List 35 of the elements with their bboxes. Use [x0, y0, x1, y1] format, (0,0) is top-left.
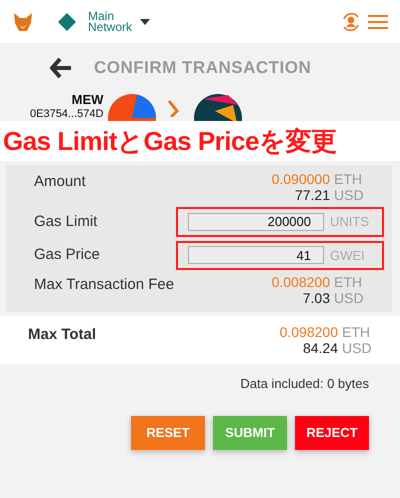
action-button[interactable]: REJECT	[295, 416, 369, 450]
sender-name: MEW	[72, 93, 104, 107]
usd-amount: 77.21	[294, 187, 330, 203]
row-label: Max Transaction Fee	[34, 275, 174, 295]
fox-icon	[14, 12, 32, 30]
row-label: Max Total	[28, 325, 96, 345]
row-label: Gas Price	[34, 245, 100, 265]
unit-label: USD	[342, 340, 372, 356]
unit-label: UNITS	[330, 213, 370, 231]
eth-amount: 0.098200	[280, 324, 338, 340]
row-label: Gas Limit	[34, 212, 98, 232]
data-note: Data included: 0 bytes	[240, 375, 369, 393]
unit-label: USD	[334, 187, 364, 203]
sender-address: 0E3754...574D	[30, 107, 104, 121]
unit-label: ETH	[342, 324, 371, 340]
caret-icon[interactable]	[140, 18, 150, 24]
number-field[interactable]: 200000	[188, 212, 324, 231]
action-button[interactable]: RESET	[131, 416, 205, 450]
unit-label: ETH	[334, 171, 363, 187]
back-arrow-icon[interactable]	[50, 58, 72, 78]
number-field[interactable]: 41	[188, 246, 324, 264]
diamond-icon	[58, 12, 76, 30]
unit-label: GWEI	[330, 246, 366, 264]
menu-icon[interactable]	[368, 14, 388, 30]
eth-amount: 0.090000	[272, 171, 330, 187]
network-name[interactable]: Main Network	[88, 10, 132, 32]
usd-amount: 7.03	[302, 290, 330, 306]
fox-icon[interactable]	[12, 10, 34, 32]
unit-label: ETH	[334, 274, 363, 290]
usd-amount: 84.24	[302, 340, 338, 356]
eth-amount: 0.008200	[272, 274, 330, 290]
unit-label: USD	[334, 290, 364, 306]
page-title: CONFIRM TRANSACTION	[94, 57, 312, 80]
annotation-text: Gas LimitとGas Priceを変更	[3, 124, 336, 158]
row-label: Amount	[34, 172, 86, 192]
